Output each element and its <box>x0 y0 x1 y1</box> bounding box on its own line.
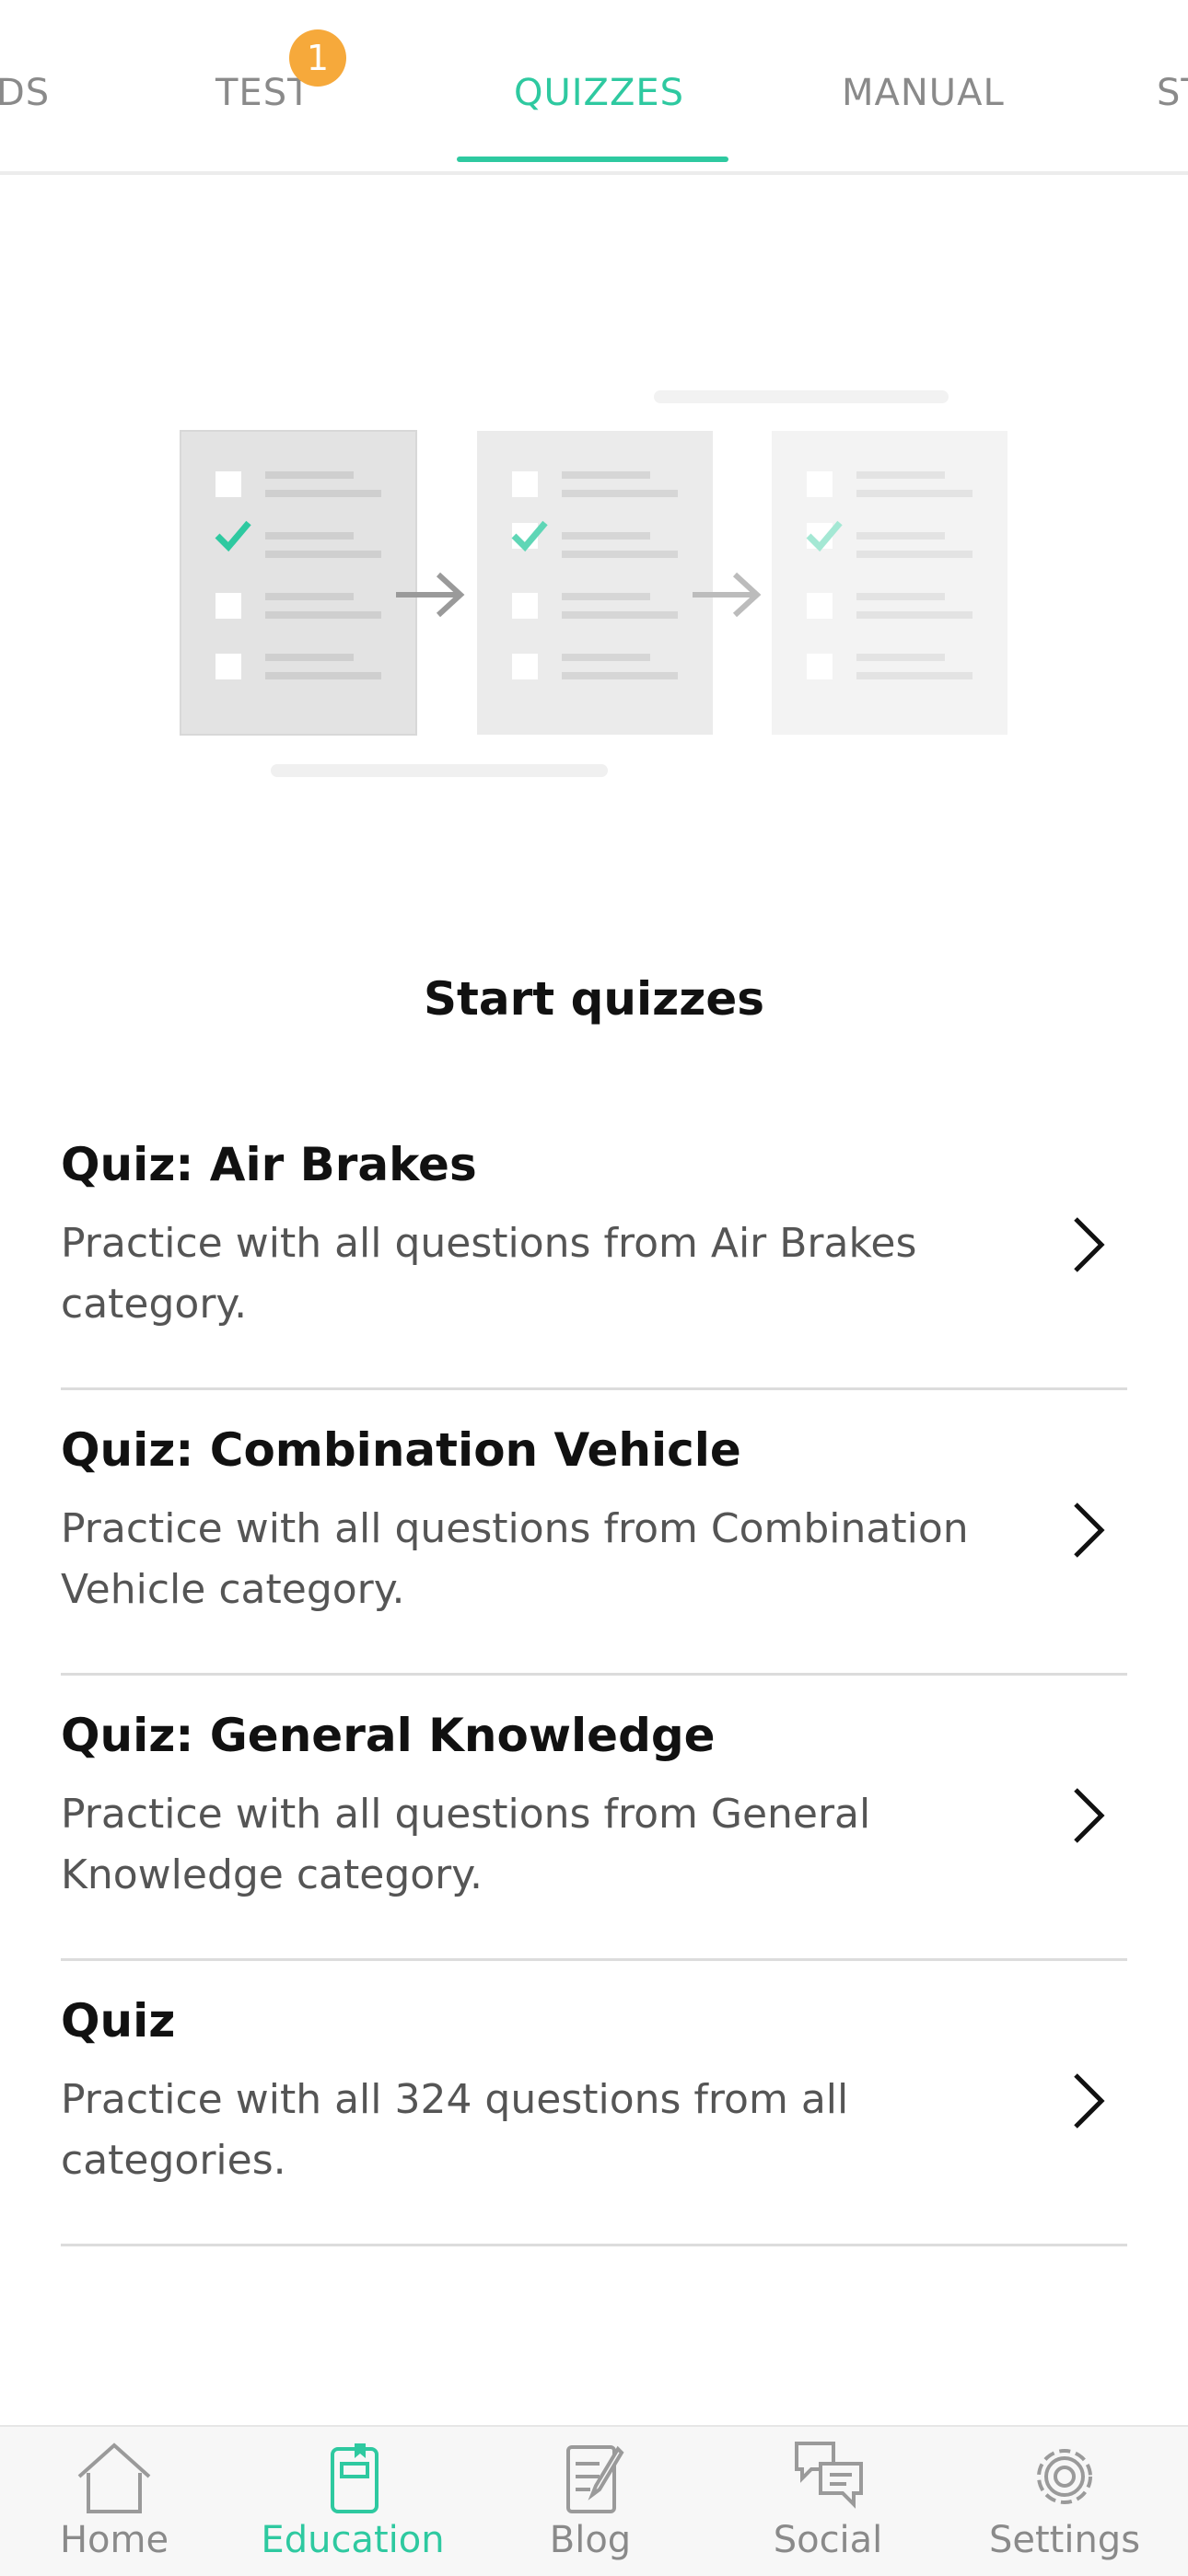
chevron-right-icon <box>1074 2073 1105 2129</box>
nav-home[interactable]: Home <box>0 2427 233 2576</box>
quiz-description: Practice with all questions from Combina… <box>61 1505 969 1613</box>
active-tab-indicator <box>457 157 728 162</box>
quiz-description: Practice with all questions from General… <box>61 1791 871 1898</box>
tab-ds[interactable]: DS <box>0 72 50 114</box>
chevron-right-icon <box>1074 1503 1105 1558</box>
test-badge: 1 <box>289 29 346 87</box>
education-icon <box>331 2443 379 2513</box>
checklist-page-3 <box>772 431 1007 735</box>
tab-test[interactable]: TEST <box>215 72 311 114</box>
quiz-item-general-knowledge[interactable]: Quiz: General Knowledge Practice with al… <box>61 1676 1127 1961</box>
nav-education[interactable]: Education <box>234 2427 472 2576</box>
quiz-description: Practice with all questions from Air Bra… <box>61 1220 917 1328</box>
nav-label: Social <box>773 2519 883 2561</box>
checklist-page-1 <box>180 430 417 736</box>
bottom-navigation: Home Education Blog Social Settings <box>0 2425 1188 2576</box>
quiz-illustration <box>180 390 1007 777</box>
quiz-item-all-questions[interactable]: Quiz Practice with all 324 questions fro… <box>61 1961 1127 2246</box>
quiz-title: Quiz <box>61 1994 176 2048</box>
quiz-item-combination-vehicle[interactable]: Quiz: Combination Vehicle Practice with … <box>61 1390 1127 1676</box>
quiz-title: Quiz: Combination Vehicle <box>61 1423 741 1477</box>
checklist-page-2 <box>477 431 713 735</box>
nav-label: Settings <box>988 2519 1141 2561</box>
nav-label: Blog <box>549 2519 632 2561</box>
top-tab-bar: DS TEST 1 QUIZZES MANUAL ST <box>0 0 1188 175</box>
settings-icon <box>1037 2449 1092 2504</box>
tab-manual[interactable]: MANUAL <box>842 72 1005 114</box>
quiz-title: Quiz: Air Brakes <box>61 1138 477 1191</box>
nav-label: Education <box>261 2519 445 2561</box>
chevron-right-icon <box>1074 1788 1105 1843</box>
home-icon <box>77 2443 151 2513</box>
nav-label: Home <box>59 2519 169 2561</box>
nav-blog[interactable]: Blog <box>472 2427 709 2576</box>
social-icon <box>795 2442 863 2509</box>
tab-quizzes[interactable]: QUIZZES <box>514 72 684 114</box>
nav-social[interactable]: Social <box>709 2427 947 2576</box>
nav-settings[interactable]: Settings <box>946 2427 1183 2576</box>
tab-st[interactable]: ST <box>1157 72 1188 114</box>
blog-icon <box>566 2445 624 2513</box>
quiz-item-air-brakes[interactable]: Quiz: Air Brakes Practice with all quest… <box>61 1105 1127 1390</box>
start-quizzes-heading: Start quizzes <box>423 972 765 1026</box>
chevron-right-icon <box>1074 1217 1105 1272</box>
quiz-title: Quiz: General Knowledge <box>61 1709 716 1762</box>
quiz-list: Quiz: Air Brakes Practice with all quest… <box>61 1105 1127 2246</box>
quiz-description: Practice with all 324 questions from all… <box>61 2076 849 2184</box>
